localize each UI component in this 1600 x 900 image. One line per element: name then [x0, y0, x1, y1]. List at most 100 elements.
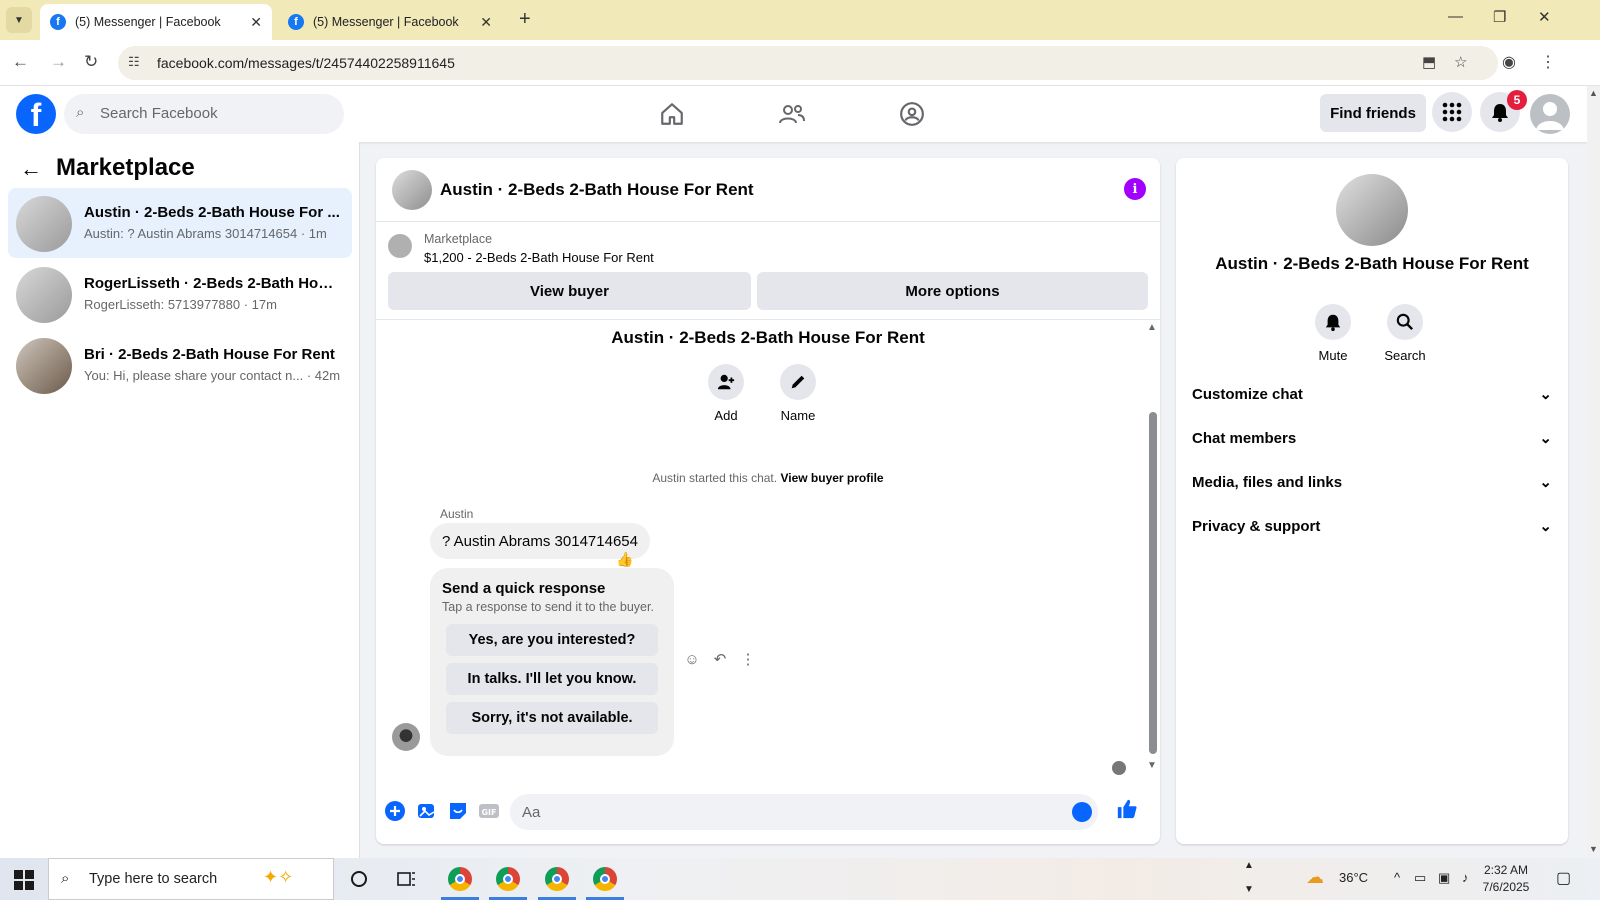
search-icon: ⌕: [61, 870, 70, 887]
clock-date: 7/6/2025: [1482, 880, 1530, 894]
meet-now-icon[interactable]: ▣: [1438, 870, 1450, 886]
react-smiley-icon[interactable]: ☺: [683, 650, 701, 668]
listing-price[interactable]: $1,200 - 2-Beds 2-Bath House For Rent: [424, 250, 654, 265]
page-scrollbar[interactable]: ▲ ▼: [1587, 86, 1600, 858]
search-conversation-button[interactable]: Search: [1375, 304, 1435, 363]
search-placeholder: Search Facebook: [100, 105, 218, 122]
browser-tab-active[interactable]: f (5) Messenger | Facebook ✕: [40, 4, 272, 40]
browser-tab-strip: ▼ f (5) Messenger | Facebook ✕ f (5) Mes…: [0, 0, 1600, 40]
conversation-item[interactable]: Austin · 2-Beds 2-Bath House For ... Aus…: [8, 188, 352, 258]
windows-start-icon[interactable]: [14, 870, 34, 895]
omnibox[interactable]: ☷ facebook.com/messages/t/24574402258911…: [118, 46, 1498, 80]
minimize-icon[interactable]: —: [1448, 8, 1463, 25]
forward-icon[interactable]: →: [50, 52, 67, 72]
friends-icon[interactable]: [776, 98, 808, 130]
bookmark-star-icon[interactable]: ☆: [1454, 53, 1467, 71]
menu-grid-icon[interactable]: [1432, 92, 1472, 132]
network-icon[interactable]: ▭: [1414, 870, 1426, 886]
browser-tab[interactable]: f (5) Messenger | Facebook ✕: [278, 4, 502, 40]
account-avatar[interactable]: [1530, 94, 1570, 134]
reload-icon[interactable]: ↻: [84, 52, 98, 72]
chrome-taskbar-icon[interactable]: [495, 866, 521, 892]
menu-kebab-icon[interactable]: ⋮: [1540, 52, 1556, 72]
close-tab-icon[interactable]: ✕: [250, 14, 262, 31]
back-icon[interactable]: ←: [12, 52, 29, 72]
svg-text:GIF: GIF: [481, 808, 496, 817]
quick-response-button[interactable]: Sorry, it's not available.: [446, 702, 658, 734]
more-options-button[interactable]: More options: [757, 272, 1148, 310]
system-clock[interactable]: 2:32 AM 7/6/2025: [1472, 862, 1540, 896]
conversation-name: Bri · 2-Beds 2-Bath House For Rent: [84, 346, 335, 363]
tab-title: (5) Messenger | Facebook: [313, 15, 459, 29]
conversation-item[interactable]: Bri · 2-Beds 2-Bath House For Rent You: …: [8, 330, 352, 400]
like-thumb-icon[interactable]: [1116, 798, 1138, 820]
view-buyer-profile-link[interactable]: View buyer profile: [780, 471, 883, 485]
weather-icon[interactable]: ☁: [1306, 867, 1324, 888]
reply-icon[interactable]: ↶: [711, 650, 729, 668]
facebook-search-input[interactable]: ⌕ Search Facebook: [64, 94, 344, 134]
chat-members-section[interactable]: Chat members ⌄: [1192, 420, 1552, 456]
tab-search-button[interactable]: ▼: [6, 7, 32, 33]
page-scroll-up-icon[interactable]: ▲: [1589, 88, 1598, 98]
attach-photo-icon[interactable]: [416, 800, 438, 822]
profile-icon[interactable]: ◉: [1502, 52, 1516, 72]
scroll-up-arrow-icon[interactable]: ▲: [1147, 322, 1157, 333]
facebook-logo[interactable]: f: [16, 94, 56, 134]
taskbar-scroll-up-icon[interactable]: ▲: [1244, 860, 1254, 871]
chat-panel: Austin · 2-Beds 2-Bath House For Rent i …: [376, 158, 1160, 844]
info-icon[interactable]: i: [1124, 178, 1146, 200]
thumbs-up-reaction-icon[interactable]: 👍: [616, 551, 633, 568]
section-label: Customize chat: [1192, 385, 1303, 403]
section-label: Media, files and links: [1192, 473, 1343, 491]
volume-icon[interactable]: ♪: [1462, 870, 1469, 885]
page-scroll-down-icon[interactable]: ▼: [1589, 844, 1598, 854]
close-tab-icon[interactable]: ✕: [480, 14, 492, 31]
chrome-taskbar-icon[interactable]: [447, 866, 473, 892]
name-chat-button[interactable]: Name: [773, 364, 823, 423]
taskbar-scroll-down-icon[interactable]: ▼: [1244, 884, 1254, 895]
media-files-section[interactable]: Media, files and links ⌄: [1192, 464, 1552, 500]
back-arrow-icon[interactable]: ←: [20, 156, 42, 182]
find-friends-button[interactable]: Find friends: [1320, 94, 1426, 132]
more-actions-plus-icon[interactable]: [384, 800, 406, 822]
search-icon: ⌕: [76, 104, 85, 121]
more-kebab-icon[interactable]: ⋮: [739, 650, 757, 668]
view-buyer-button[interactable]: View buyer: [388, 272, 751, 310]
chat-avatar[interactable]: [392, 170, 432, 210]
install-app-icon[interactable]: ⬒: [1422, 53, 1436, 71]
mute-button[interactable]: Mute: [1303, 304, 1363, 363]
scroll-down-arrow-icon[interactable]: ▼: [1147, 760, 1157, 771]
chat-title[interactable]: Austin · 2-Beds 2-Bath House For Rent: [440, 180, 754, 200]
task-view-icon[interactable]: [394, 866, 420, 892]
message-input[interactable]: Aa: [510, 794, 1098, 830]
restore-icon[interactable]: ❐: [1493, 8, 1506, 26]
chevron-down-icon: ⌄: [1539, 386, 1552, 403]
chrome-taskbar-icon[interactable]: [544, 866, 570, 892]
customize-chat-section[interactable]: Customize chat ⌄: [1192, 376, 1552, 412]
gif-icon[interactable]: GIF: [478, 800, 500, 822]
taskbar-search-box[interactable]: ⌕ Type here to search ✦✧: [48, 858, 334, 900]
profile-avatar[interactable]: [1336, 174, 1408, 246]
temperature[interactable]: 36°C: [1339, 870, 1368, 885]
quick-response-button[interactable]: In talks. I'll let you know.: [446, 663, 658, 695]
sticker-icon[interactable]: [447, 800, 469, 822]
home-icon[interactable]: [656, 98, 688, 130]
search-icon: [1387, 304, 1423, 340]
conversation-item[interactable]: RogerLisseth · 2-Beds 2-Bath Hous... Rog…: [8, 259, 352, 329]
window-close-icon[interactable]: ✕: [1538, 8, 1551, 26]
site-info-icon[interactable]: ☷: [128, 54, 140, 70]
new-tab-icon[interactable]: +: [519, 8, 531, 31]
emoji-icon[interactable]: [1072, 802, 1092, 822]
quick-response-button[interactable]: Yes, are you interested?: [446, 624, 658, 656]
privacy-support-section[interactable]: Privacy & support ⌄: [1192, 508, 1552, 544]
groups-icon[interactable]: [896, 98, 928, 130]
message-actions: ☺ ↶ ⋮: [683, 650, 757, 669]
add-person-button[interactable]: Add: [701, 364, 751, 423]
chrome-taskbar-icon[interactable]: [592, 866, 618, 892]
thread-scrollbar-thumb[interactable]: [1149, 412, 1157, 754]
cortana-icon[interactable]: [346, 866, 372, 892]
sender-avatar[interactable]: [392, 723, 420, 751]
url-text[interactable]: facebook.com/messages/t/2457440225891164…: [157, 55, 455, 71]
show-hidden-icons-chevron-icon[interactable]: ^: [1394, 870, 1400, 885]
notification-center-icon[interactable]: ▢: [1556, 868, 1571, 888]
